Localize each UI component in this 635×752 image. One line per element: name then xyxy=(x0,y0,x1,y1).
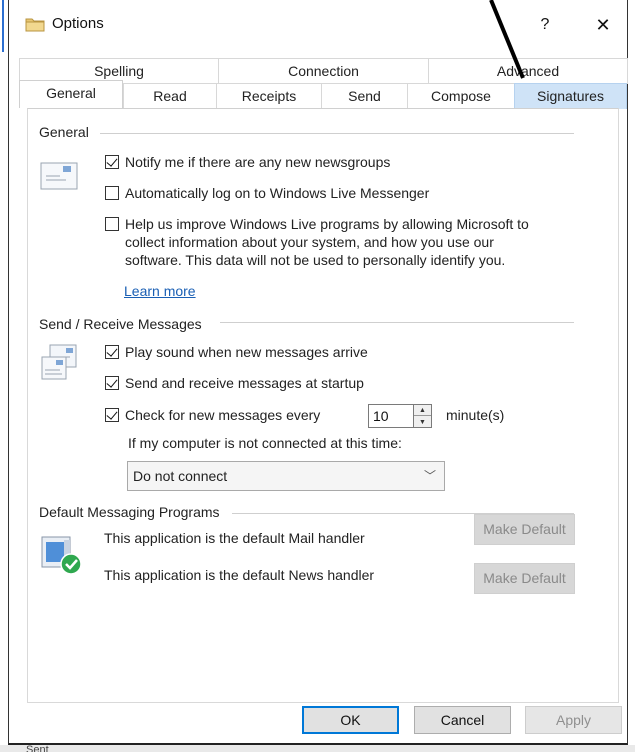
tab-read[interactable]: Read xyxy=(123,83,217,109)
autolog-label: Automatically log on to Windows Live Mes… xyxy=(125,185,430,201)
group-divider xyxy=(100,133,574,134)
notify-checkbox[interactable] xyxy=(105,155,119,169)
default-program-check-icon xyxy=(41,536,82,575)
default-mail-text: This application is the default Mail han… xyxy=(104,530,365,546)
minutes-unit: minute(s) xyxy=(446,407,505,423)
apply-button[interactable]: Apply xyxy=(525,706,622,734)
check-messages-checkbox[interactable] xyxy=(105,408,119,422)
dialog-title: Options xyxy=(52,15,104,32)
background-window-accent xyxy=(2,0,4,52)
spinner-down-icon[interactable]: ▼ xyxy=(414,417,431,428)
startup-label: Send and receive messages at startup xyxy=(125,375,364,391)
tab-signatures[interactable]: Signatures xyxy=(514,83,627,109)
send-receive-icon xyxy=(41,344,77,380)
folder-icon xyxy=(25,18,45,32)
cancel-button[interactable]: Cancel xyxy=(414,706,511,734)
newsgroup-icon xyxy=(40,162,78,190)
tab-send[interactable]: Send xyxy=(321,83,408,109)
play-sound-label: Play sound when new messages arrive xyxy=(125,344,368,360)
minutes-spinner[interactable]: ▲ ▼ xyxy=(414,404,432,428)
notify-label: Notify me if there are any new newsgroup… xyxy=(125,154,391,170)
chevron-down-icon: ﹀ xyxy=(423,469,436,483)
group-title-general: General xyxy=(39,124,95,140)
help-improve-line1: Help us improve Windows Live programs by… xyxy=(125,216,529,232)
ok-button[interactable]: OK xyxy=(302,706,399,734)
group-title-send-receive: Send / Receive Messages xyxy=(39,316,208,332)
group-title-default-programs: Default Messaging Programs xyxy=(39,504,226,520)
startup-checkbox[interactable] xyxy=(105,376,119,390)
options-dialog: Options ? ✕ Spelling Connection Advanced… xyxy=(8,0,628,745)
tab-advanced[interactable]: Advanced xyxy=(428,58,628,84)
minutes-input[interactable]: 10 xyxy=(368,404,414,428)
not-connected-label: If my computer is not connected at this … xyxy=(128,435,402,451)
close-button[interactable]: ✕ xyxy=(589,12,617,38)
help-improve-line2: collect information about your system, a… xyxy=(125,234,494,250)
make-default-mail-button[interactable]: Make Default xyxy=(474,514,575,545)
default-news-text: This application is the default News han… xyxy=(104,567,375,583)
background-window-label: Sent xyxy=(26,744,49,752)
help-button[interactable]: ? xyxy=(531,12,559,38)
tab-general[interactable]: General xyxy=(19,80,123,108)
spinner-up-icon[interactable]: ▲ xyxy=(414,405,431,416)
tab-receipts[interactable]: Receipts xyxy=(216,83,322,109)
connect-dropdown[interactable]: Do not connect ﹀ xyxy=(127,461,445,491)
make-default-news-button[interactable]: Make Default xyxy=(474,563,575,594)
title-bar[interactable]: Options ? ✕ xyxy=(9,0,627,48)
tab-compose[interactable]: Compose xyxy=(407,83,515,109)
autolog-checkbox[interactable] xyxy=(105,186,119,200)
help-improve-checkbox[interactable] xyxy=(105,217,119,231)
play-sound-checkbox[interactable] xyxy=(105,345,119,359)
group-divider xyxy=(220,322,574,323)
check-messages-label: Check for new messages every xyxy=(125,407,321,423)
background-window-edge xyxy=(0,0,8,752)
tab-connection[interactable]: Connection xyxy=(218,58,429,84)
learn-more-link[interactable]: Learn more xyxy=(124,283,196,299)
connect-dropdown-value: Do not connect xyxy=(133,468,228,484)
background-window-strip xyxy=(0,745,635,752)
help-improve-line3: software. This data will not be used to … xyxy=(125,252,506,268)
